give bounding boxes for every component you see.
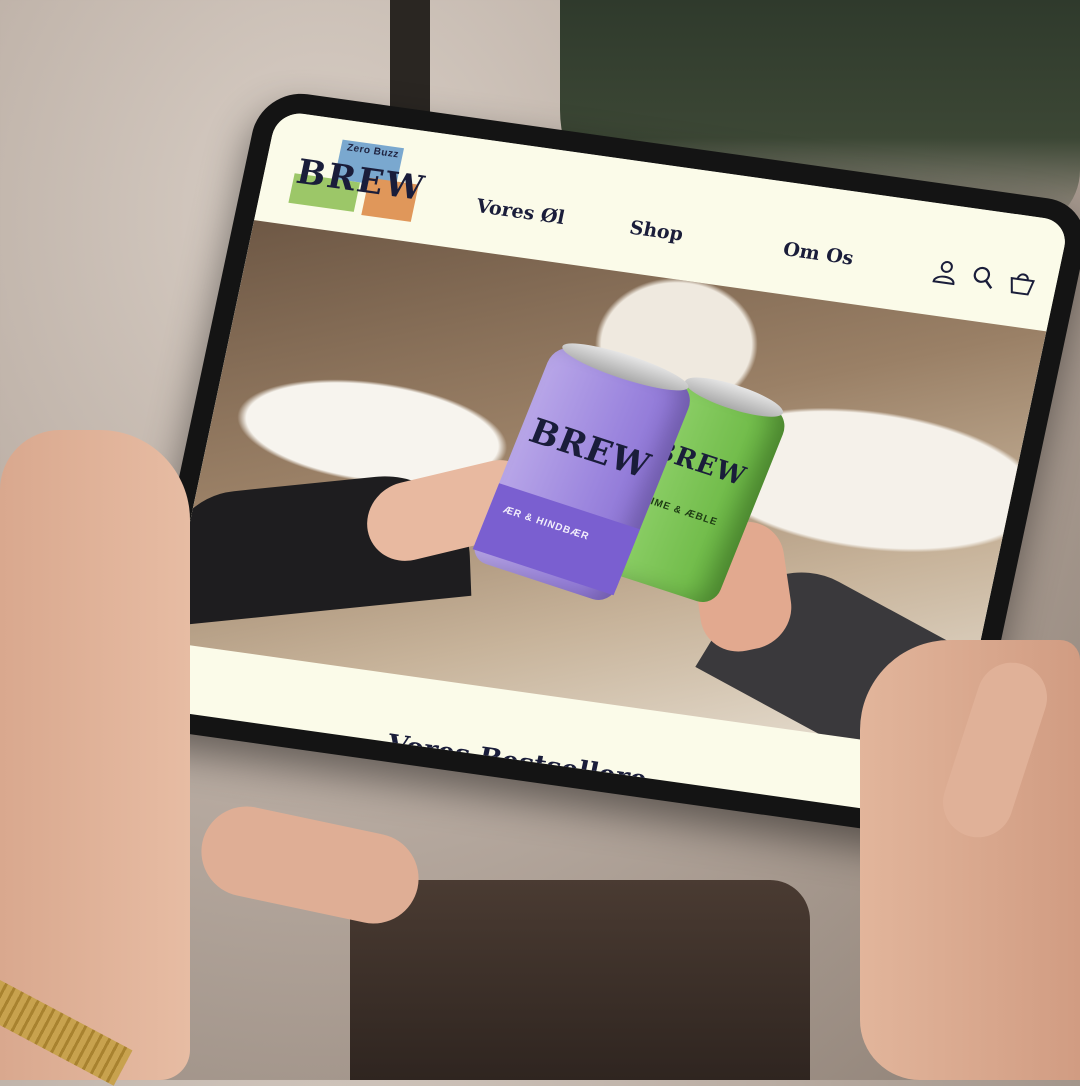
shopping-bag-icon[interactable]	[1005, 268, 1036, 297]
can-brand-label: BREW	[523, 410, 657, 488]
can-flavor-label: LIME & ÆBLE	[642, 494, 720, 529]
can-lid	[557, 335, 693, 399]
bestsellers-heading: Vores Bestsellere	[384, 729, 650, 797]
nav-link-vores-ol[interactable]: Vores Øl	[474, 195, 567, 229]
background-lap	[350, 880, 810, 1080]
right-hand	[860, 640, 1080, 1080]
nav-link-shop[interactable]: Shop	[628, 217, 686, 246]
can-flavor-band	[472, 483, 640, 596]
left-hand	[0, 430, 190, 1080]
left-thumb	[193, 798, 427, 932]
nav-link-om-os[interactable]: Om Os	[781, 238, 855, 269]
search-icon[interactable]	[968, 263, 999, 292]
user-icon[interactable]	[930, 257, 961, 286]
brand-logo[interactable]: Zero Buzz BREW	[282, 128, 431, 231]
can-lid	[680, 369, 788, 425]
